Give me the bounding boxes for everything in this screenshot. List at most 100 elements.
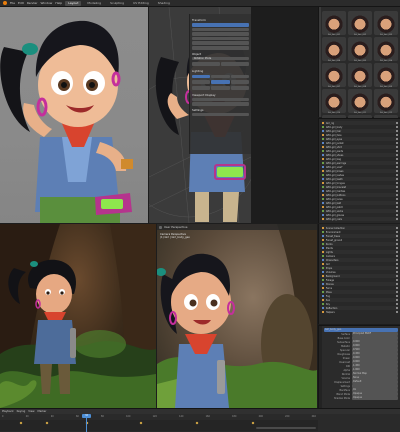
- visibility-eye-icon[interactable]: [396, 146, 398, 148]
- visibility-eye-icon[interactable]: [396, 227, 398, 229]
- editor-type-icon[interactable]: [159, 225, 162, 229]
- visibility-eye-icon[interactable]: [396, 259, 398, 261]
- visibility-eye-icon[interactable]: [396, 174, 398, 176]
- visibility-eye-icon[interactable]: [396, 239, 398, 241]
- visibility-eye-icon[interactable]: [396, 190, 398, 192]
- visibility-eye-icon[interactable]: [396, 231, 398, 233]
- property-value-field[interactable]: Default: [352, 380, 398, 384]
- property-value-field[interactable]: Principled BSDF: [352, 332, 398, 336]
- asset-thumbnail[interactable]: Girl_face_006: [374, 37, 398, 62]
- visibility-eye-icon[interactable]: [396, 303, 398, 305]
- visibility-eye-icon[interactable]: [396, 295, 398, 297]
- visibility-eye-icon[interactable]: [396, 307, 398, 309]
- workspace-tab-uv-editing[interactable]: UV Editing: [130, 1, 152, 6]
- scale-x-field[interactable]: [192, 62, 220, 66]
- visibility-eye-icon[interactable]: [396, 279, 398, 281]
- menu-window[interactable]: Window: [41, 1, 53, 5]
- lighting-studio-button[interactable]: [192, 74, 211, 79]
- visibility-eye-icon[interactable]: [396, 271, 398, 273]
- property-value-field[interactable]: 0.000: [352, 360, 398, 364]
- visibility-eye-icon[interactable]: [396, 130, 398, 132]
- visibility-eye-icon[interactable]: [396, 178, 398, 180]
- color-texture-button[interactable]: [211, 80, 230, 84]
- asset-thumbnail[interactable]: Girl_face_003: [374, 11, 398, 36]
- property-value-field[interactable]: [352, 384, 398, 388]
- properties-tab-bar[interactable]: [319, 326, 322, 409]
- keying-menu[interactable]: Keying: [17, 410, 26, 413]
- object-section-label[interactable]: Object: [192, 52, 249, 56]
- material-preview-viewport[interactable]: User Perspective Camera Perspective (1) …: [157, 224, 317, 408]
- visibility-eye-icon[interactable]: [396, 267, 398, 269]
- timeline-scrollbar[interactable]: [256, 427, 316, 429]
- visibility-eye-icon[interactable]: [396, 206, 398, 208]
- property-value-field[interactable]: [352, 336, 398, 340]
- visibility-eye-icon[interactable]: [396, 158, 398, 160]
- frame-ruler[interactable]: 0 20 40 60 80 100 120 140 160 180 200 220 240: [0, 415, 318, 419]
- rotation-mode-dropdown[interactable]: Rotation Mode: [192, 56, 249, 61]
- visibility-eye-icon[interactable]: [396, 150, 398, 152]
- solid-viewport[interactable]: Transform Object Rotation Mode Lighting: [149, 7, 251, 223]
- asset-thumbnail[interactable]: Girl_face_007: [322, 63, 346, 88]
- lighting-section-label[interactable]: Lighting: [192, 69, 249, 73]
- visibility-eye-icon[interactable]: [396, 138, 398, 140]
- property-value-field[interactable]: None: [352, 376, 398, 380]
- scale-y-field[interactable]: [221, 62, 249, 66]
- visibility-eye-icon[interactable]: [396, 186, 398, 188]
- playback-menu[interactable]: Playback: [2, 410, 14, 413]
- asset-thumbnail[interactable]: Girl_face_008: [348, 63, 372, 88]
- workspace-tab-shading[interactable]: Shading: [155, 1, 173, 6]
- asset-thumbnail[interactable]: Girl_face_005: [348, 37, 372, 62]
- visibility-eye-icon[interactable]: [396, 122, 398, 124]
- asset-thumbnail[interactable]: Girl_face_011: [348, 89, 372, 114]
- property-value-field[interactable]: Opaque: [352, 396, 398, 400]
- rotation-x-field[interactable]: [192, 36, 249, 41]
- property-value-field[interactable]: 0.500: [352, 348, 398, 352]
- property-value-field[interactable]: 0.000: [352, 340, 398, 344]
- asset-thumbnail[interactable]: Girl_face_002: [348, 11, 372, 36]
- marker-menu[interactable]: Marker: [37, 410, 46, 413]
- display-option-1[interactable]: [192, 97, 249, 102]
- property-value-field[interactable]: Normal Map: [352, 372, 398, 376]
- location-x-field[interactable]: [192, 23, 249, 27]
- asset-thumbnail[interactable]: Girl_face_012: [374, 89, 398, 114]
- material-name-field[interactable]: Girl_body_geo: [324, 328, 398, 332]
- settings-option[interactable]: [192, 112, 249, 117]
- blender-logo-icon[interactable]: [3, 1, 7, 5]
- property-value-field[interactable]: 1.450: [352, 364, 398, 368]
- menu-help[interactable]: Help: [55, 1, 62, 5]
- visibility-eye-icon[interactable]: [396, 283, 398, 285]
- render-viewport[interactable]: [0, 7, 148, 223]
- visibility-eye-icon[interactable]: [396, 311, 398, 313]
- property-value-field[interactable]: 1.000: [352, 368, 398, 372]
- visibility-eye-icon[interactable]: [396, 243, 398, 245]
- menu-edit[interactable]: Edit: [18, 1, 24, 5]
- asset-thumbnail[interactable]: Girl_face_004: [322, 37, 346, 62]
- viewport-display-section-label[interactable]: Viewport Display: [192, 93, 249, 97]
- visibility-eye-icon[interactable]: [396, 162, 398, 164]
- color-random-button[interactable]: [192, 85, 211, 90]
- asset-thumbnail[interactable]: Girl_face_009: [374, 63, 398, 88]
- location-y-field[interactable]: [192, 27, 249, 32]
- visibility-eye-icon[interactable]: [396, 198, 398, 200]
- visibility-eye-icon[interactable]: [396, 291, 398, 293]
- property-value-field[interactable]: 0.450: [352, 352, 398, 356]
- visibility-eye-icon[interactable]: [396, 235, 398, 237]
- visibility-eye-icon[interactable]: [396, 142, 398, 144]
- property-value-field[interactable]: On: [352, 388, 398, 392]
- outliner-row[interactable]: GEO-girl_nails: [322, 217, 398, 221]
- view-menu[interactable]: View: [28, 410, 34, 413]
- visibility-eye-icon[interactable]: [396, 202, 398, 204]
- visibility-eye-icon[interactable]: [396, 134, 398, 136]
- visibility-eye-icon[interactable]: [396, 251, 398, 253]
- location-z-field[interactable]: [192, 32, 249, 36]
- color-object-button[interactable]: [230, 85, 249, 90]
- settings-section-label[interactable]: Settings: [192, 108, 249, 112]
- visibility-eye-icon[interactable]: [396, 255, 398, 257]
- lighting-flat-button[interactable]: [230, 74, 249, 79]
- forest-render-viewport[interactable]: [0, 224, 156, 408]
- lighting-matcap-button[interactable]: [211, 74, 230, 79]
- rotation-y-field[interactable]: [192, 41, 249, 45]
- visibility-eye-icon[interactable]: [396, 218, 398, 220]
- visibility-eye-icon[interactable]: [396, 299, 398, 301]
- color-attribute-button[interactable]: [211, 85, 230, 90]
